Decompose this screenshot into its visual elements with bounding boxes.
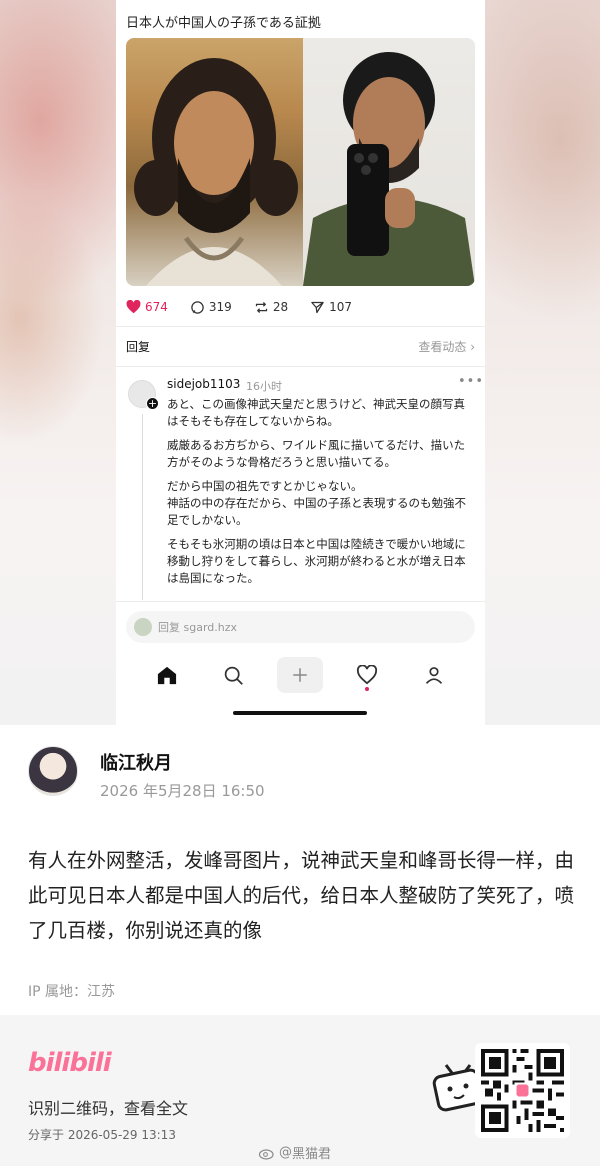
selfie-portrait-image <box>303 38 475 286</box>
person-icon <box>425 667 442 684</box>
send-icon <box>311 301 324 313</box>
plus-icon <box>293 668 308 682</box>
post-photo[interactable] <box>126 38 475 286</box>
home-icon <box>158 666 177 685</box>
tab-home[interactable] <box>144 657 190 693</box>
comment-paragraph: 威厳あるお方ぢから、ワイルド風に描いてるだけ、描いた方がそのような骨格だろうと思… <box>167 438 466 469</box>
comment-paragraph: あと、この画像神武天皇だと思うけど、神武天皇の顔写真はそもそも存在してないからね… <box>167 397 465 428</box>
comment-body: あと、この画像神武天皇だと思うけど、神武天皇の顔写真はそもそも存在してないからね… <box>167 396 472 600</box>
share-count: 107 <box>329 300 352 314</box>
tab-create[interactable] <box>277 657 324 693</box>
weibo-post: 临江秋月 2026 年5月28日 16:50 有人在外网整活，发峰哥图片，说神武… <box>0 725 600 1015</box>
reply-placeholder: 回复 sgard.hzx <box>158 621 238 634</box>
author-name[interactable]: 临江秋月 <box>100 749 172 775</box>
replies-label: 回复 <box>126 340 151 354</box>
divider <box>116 326 485 327</box>
scan-qr-text: 识别二维码，查看全文 <box>28 1099 189 1118</box>
like-count: 674 <box>145 300 168 314</box>
share-time: 分享于 2026-05-29 13:13 <box>28 1128 176 1142</box>
tab-search[interactable] <box>211 657 257 693</box>
painting-portrait-image <box>126 38 303 286</box>
watermark: @ 黑猫君 <box>258 1143 331 1162</box>
post-stats-bar: 674 319 28 107 <box>126 297 475 317</box>
my-avatar <box>134 618 152 636</box>
search-icon <box>225 666 244 685</box>
share-footer: bilibili 识别二维码，查看全文 分享于 2026-05-29 13:13… <box>0 1015 600 1166</box>
divider <box>116 601 485 602</box>
share-button[interactable]: 107 <box>310 300 352 315</box>
author-avatar[interactable] <box>28 746 78 796</box>
repost-icon <box>255 301 267 313</box>
comment-paragraph: そもそも氷河期の頃は日本と中国は陸続きで暖かい地域に移動し狩りをして暮らし、氷河… <box>167 537 466 585</box>
bilibili-logo: bilibili <box>28 1048 112 1078</box>
follow-plus-icon[interactable]: + <box>146 397 159 410</box>
post-date: 2026 年5月28日 16:50 <box>100 782 265 800</box>
view-activity-link[interactable]: 查看动态 › <box>418 338 475 354</box>
tab-activity[interactable] <box>344 657 390 693</box>
comment-button[interactable]: 319 <box>190 300 232 315</box>
comment-icon <box>191 300 204 314</box>
qr-code[interactable] <box>475 1043 570 1138</box>
post-text: 有人在外网整活，发峰哥图片，说神武天皇和峰哥长得一样，由此可见日本人都是中国人的… <box>28 849 575 942</box>
comment-time: 16小时 <box>246 380 282 393</box>
divider <box>116 366 485 367</box>
heart-icon <box>126 300 141 314</box>
comment-count: 319 <box>208 300 232 314</box>
replies-header: 回复 查看动态 › <box>126 338 475 354</box>
repost-button[interactable]: 28 <box>254 300 288 315</box>
repost-count: 28 <box>272 300 289 314</box>
ip-location: IP 属地：江苏 <box>28 984 116 1000</box>
more-options-icon[interactable]: ••• <box>458 374 484 389</box>
post-title: 日本人が中国人の子孫である証拠 <box>126 16 321 31</box>
embedded-screenshot: 日本人が中国人の子孫である証拠 674 319 28 107 回复 查看动态 ›… <box>116 0 485 725</box>
notification-dot <box>365 687 370 691</box>
bottom-tab-bar <box>116 655 485 695</box>
reply-input[interactable]: 回复 sgard.hzx <box>126 611 475 643</box>
heart-outline-icon <box>357 665 378 685</box>
weibo-watermark-icon <box>258 1148 274 1160</box>
comment-paragraph: だから中国の祖先ですとかじゃない。 神話の中の存在だから、中国の子孫と表現するの… <box>167 479 466 527</box>
comment-username[interactable]: sidejob1103 <box>167 377 240 391</box>
tab-profile[interactable] <box>411 657 457 693</box>
home-indicator <box>233 711 367 715</box>
thread-line <box>142 414 143 600</box>
like-button[interactable]: 674 <box>126 300 168 314</box>
